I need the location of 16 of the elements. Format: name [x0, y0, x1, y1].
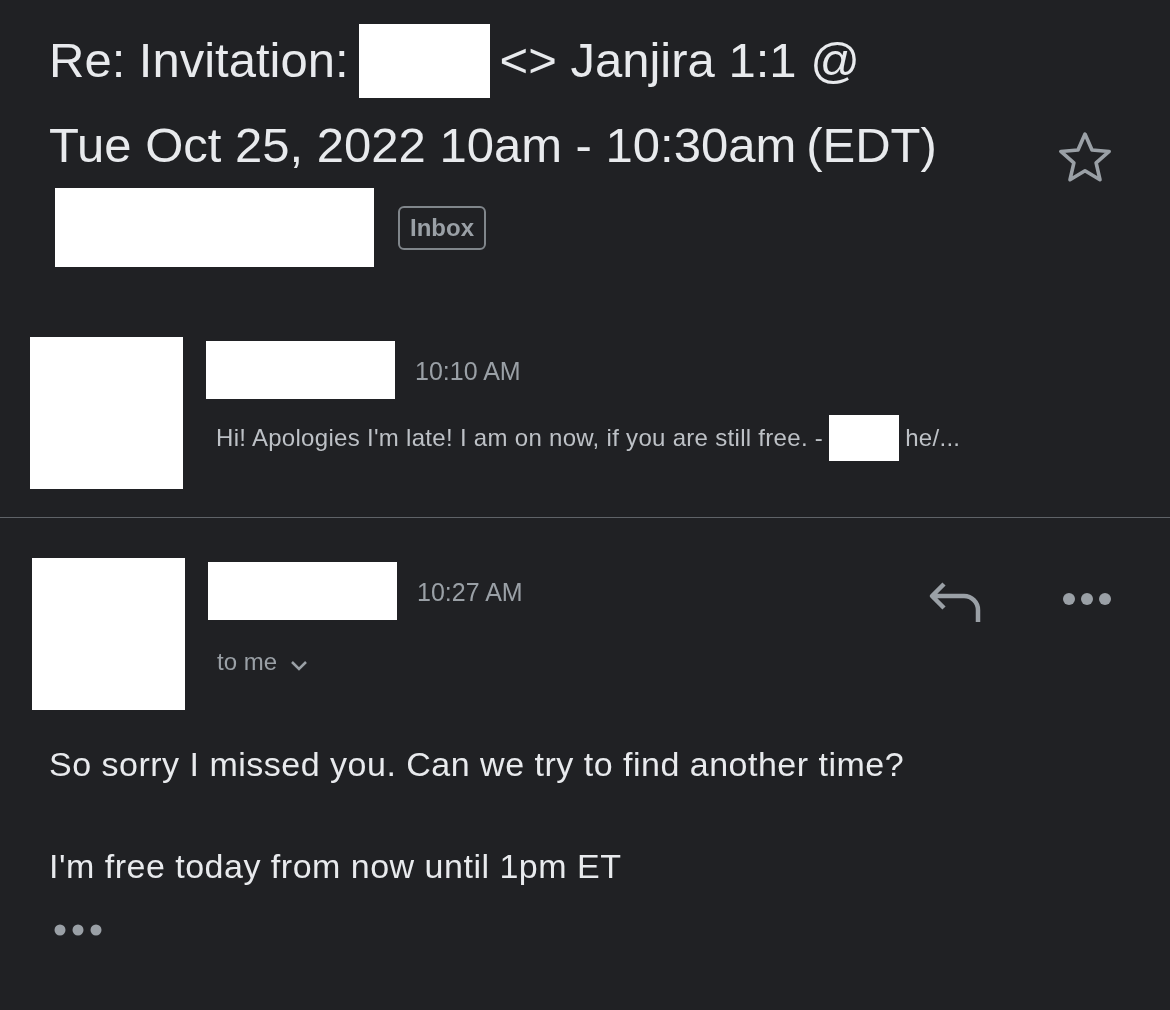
message-snippet: he/... [905, 423, 961, 453]
more-options-icon[interactable] [1062, 592, 1112, 606]
subject-text: <> Janjira 1:1 @ [499, 32, 860, 89]
message-time: 10:27 AM [417, 577, 523, 608]
subject-text: (EDT) [806, 117, 937, 174]
inbox-label: Inbox [398, 205, 486, 250]
message-body-text: I'm free today from now until 1pm ET [49, 846, 623, 887]
message-time: 10:10 AM [415, 356, 521, 387]
message-body-text: So sorry I missed you. Can we try to find another time? [49, 744, 906, 785]
subject-text: Tue Oct 25, 2022 10am - 10:30am [49, 117, 797, 174]
redaction-block [829, 415, 900, 461]
message-snippet: Hi! Apologies I'm late! I am on now, if you are still free. - [216, 423, 824, 453]
chevron-down-icon [289, 659, 310, 673]
recipient-toggle[interactable]: to me [217, 644, 310, 680]
subject-text: Re: Invitation: [49, 32, 349, 89]
show-trimmed-content-icon[interactable] [54, 924, 102, 936]
